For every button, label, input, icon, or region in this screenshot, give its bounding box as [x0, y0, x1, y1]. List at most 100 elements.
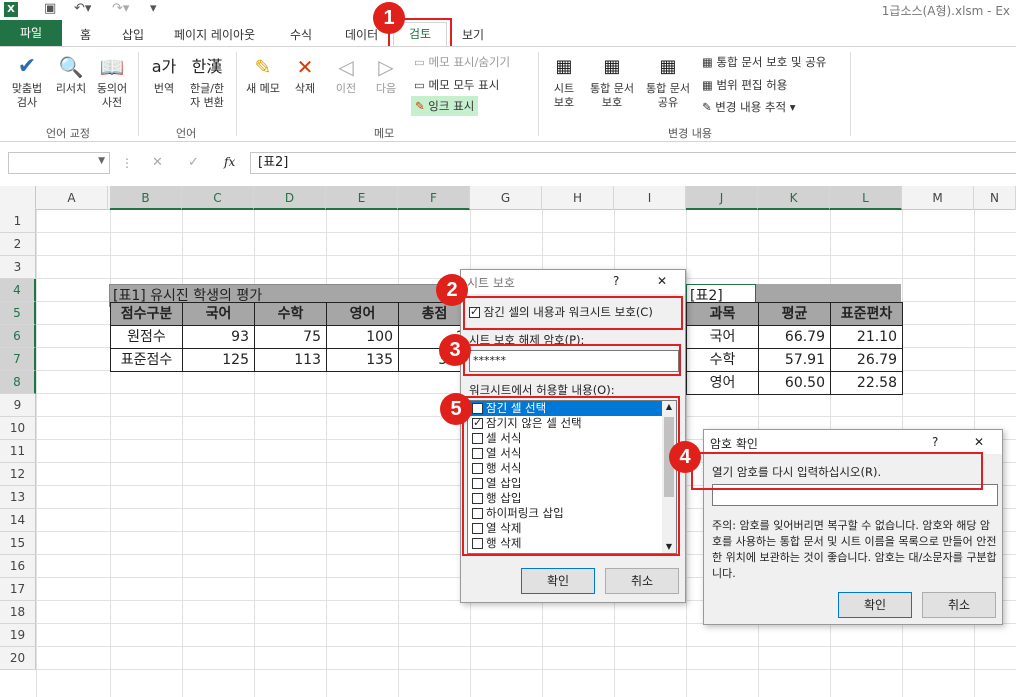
table1-cell[interactable]: 원점수 — [110, 325, 183, 349]
tab-file[interactable]: 파일 — [0, 20, 62, 46]
column-header-i[interactable]: I — [614, 186, 686, 210]
tab-home[interactable]: 홈 — [80, 26, 91, 43]
column-header-f[interactable]: F — [398, 186, 470, 210]
column-header-b[interactable]: B — [110, 186, 182, 210]
table2-header-cell[interactable]: 과목 — [686, 302, 759, 326]
undo-icon[interactable]: ↶▾ — [74, 1, 91, 16]
enter-check-icon[interactable]: ✓ — [188, 155, 199, 170]
save-icon[interactable]: ▣ — [44, 1, 56, 16]
row-header-2[interactable]: 2 — [0, 233, 36, 256]
translate-button[interactable]: a가 번역 — [146, 52, 182, 96]
table2-cell[interactable]: 영어 — [686, 371, 759, 395]
hanja-convert-button[interactable]: 한漢 한글/한 자 변환 — [184, 52, 230, 110]
table2-cell[interactable]: 22.58 — [830, 371, 903, 395]
next-comment-button[interactable]: ▷ 다음 — [368, 52, 404, 96]
table2-cell[interactable]: 수학 — [686, 348, 759, 372]
row-header-17[interactable]: 17 — [0, 578, 36, 601]
help-icon[interactable]: ? — [613, 274, 619, 288]
row-header-15[interactable]: 15 — [0, 532, 36, 555]
name-box-dropdown-icon[interactable]: ▼ — [98, 156, 105, 166]
allow-edit-ranges-button[interactable]: ▦ 범위 편집 허용 — [702, 77, 787, 93]
confirm-ok-button[interactable]: 확인 — [838, 592, 912, 618]
row-header-16[interactable]: 16 — [0, 555, 36, 578]
row-header-14[interactable]: 14 — [0, 509, 36, 532]
share-workbook-button[interactable]: ▦ 통합 문서 공유 — [642, 52, 694, 110]
column-header-m[interactable]: M — [902, 186, 974, 210]
close-icon[interactable]: ✕ — [657, 274, 667, 288]
tab-view[interactable]: 보기 — [462, 26, 484, 43]
track-changes-button[interactable]: ✎ 변경 내용 추적 ▾ — [702, 99, 796, 115]
row-header-10[interactable]: 10 — [0, 417, 36, 440]
show-all-comments-button[interactable]: ▭ 메모 모두 표시 — [414, 77, 499, 93]
row-header-13[interactable]: 13 — [0, 486, 36, 509]
column-header-g[interactable]: G — [470, 186, 542, 210]
delete-comment-button[interactable]: ✕ 삭제 — [288, 52, 322, 96]
row-header-12[interactable]: 12 — [0, 463, 36, 486]
protect-workbook-button[interactable]: ▦ 통합 문서 보호 — [586, 52, 638, 110]
column-header-j[interactable]: J — [686, 186, 758, 210]
column-header-c[interactable]: C — [182, 186, 254, 210]
table1-cell[interactable]: 93 — [182, 325, 255, 349]
tab-page-layout[interactable]: 페이지 레이아웃 — [174, 26, 255, 43]
tab-insert[interactable]: 삽입 — [122, 26, 144, 43]
table1-cell[interactable]: 113 — [254, 348, 327, 372]
confirm-close-icon[interactable]: ✕ — [974, 435, 984, 449]
row-header-6[interactable]: 6 — [0, 325, 36, 348]
show-ink-button[interactable]: ✎ 잉크 표시 — [411, 96, 479, 116]
row-header-19[interactable]: 19 — [0, 624, 36, 647]
confirm-help-icon[interactable]: ? — [932, 435, 938, 449]
table2-header-cell[interactable]: 평균 — [758, 302, 831, 326]
table2-cell[interactable]: 66.79 — [758, 325, 831, 349]
row-header-9[interactable]: 9 — [0, 394, 36, 417]
redo-icon[interactable]: ↷▾ — [112, 1, 129, 16]
name-box[interactable]: ▼ — [8, 152, 110, 174]
row-header-8[interactable]: 8 — [0, 371, 36, 394]
select-all-corner[interactable] — [0, 186, 36, 210]
row-header-1[interactable]: 1 — [0, 210, 36, 233]
table1-header-cell[interactable]: 수학 — [254, 302, 327, 326]
table2-cell[interactable]: 21.10 — [830, 325, 903, 349]
row-header-5[interactable]: 5 — [0, 302, 36, 325]
formula-input[interactable]: [표2] — [250, 152, 1016, 174]
table1-header-cell[interactable]: 점수구분 — [110, 302, 183, 326]
table2-header-cell[interactable]: 표준편차 — [830, 302, 903, 326]
tab-formulas[interactable]: 수식 — [290, 26, 312, 43]
table2-cell[interactable]: 26.79 — [830, 348, 903, 372]
insert-function-icon[interactable]: fx — [224, 155, 235, 169]
column-header-n[interactable]: N — [974, 186, 1016, 210]
column-header-d[interactable]: D — [254, 186, 326, 210]
cancel-x-icon[interactable]: ✕ — [152, 155, 163, 170]
table1-cell[interactable]: 125 — [182, 348, 255, 372]
column-header-l[interactable]: L — [830, 186, 902, 210]
row-header-3[interactable]: 3 — [0, 256, 36, 279]
row-header-11[interactable]: 11 — [0, 440, 36, 463]
thesaurus-button[interactable]: 📖 동의어 사전 — [92, 52, 132, 110]
table2-cell[interactable]: 국어 — [686, 325, 759, 349]
column-header-a[interactable]: A — [36, 186, 108, 210]
spelling-button[interactable]: ✔ 맞춤법 검사 — [8, 52, 46, 110]
row-header-18[interactable]: 18 — [0, 601, 36, 624]
table2-cell[interactable]: 60.50 — [758, 371, 831, 395]
protect-ok-button[interactable]: 확인 — [521, 568, 595, 594]
table1-header-cell[interactable]: 국어 — [182, 302, 255, 326]
table1-cell[interactable]: 75 — [254, 325, 327, 349]
previous-comment-button[interactable]: ◁ 이전 — [328, 52, 364, 96]
protect-sheet-button[interactable]: ▦ 시트 보호 — [544, 52, 584, 110]
table1-cell[interactable]: 표준점수 — [110, 348, 183, 372]
column-header-h[interactable]: H — [542, 186, 614, 210]
row-header-20[interactable]: 20 — [0, 647, 36, 670]
confirm-cancel-button[interactable]: 취소 — [922, 592, 996, 618]
row-header-7[interactable]: 7 — [0, 348, 36, 371]
table1-header-cell[interactable]: 영어 — [326, 302, 399, 326]
table1-cell[interactable]: 135 — [326, 348, 399, 372]
show-hide-comment-button[interactable]: ▭ 메모 표시/숨기기 — [414, 54, 510, 70]
protect-share-workbook-button[interactable]: ▦ 통합 문서 보호 및 공유 — [702, 54, 826, 70]
table1-cell[interactable]: 100 — [326, 325, 399, 349]
protect-cancel-button[interactable]: 취소 — [605, 568, 679, 594]
column-header-e[interactable]: E — [326, 186, 398, 210]
table2-cell[interactable]: 57.91 — [758, 348, 831, 372]
customize-qat-icon[interactable]: ▾ — [150, 1, 157, 16]
column-header-k[interactable]: K — [758, 186, 830, 210]
tab-data[interactable]: 데이터 — [345, 26, 378, 43]
new-comment-button[interactable]: ✎ 새 메모 — [240, 52, 286, 96]
